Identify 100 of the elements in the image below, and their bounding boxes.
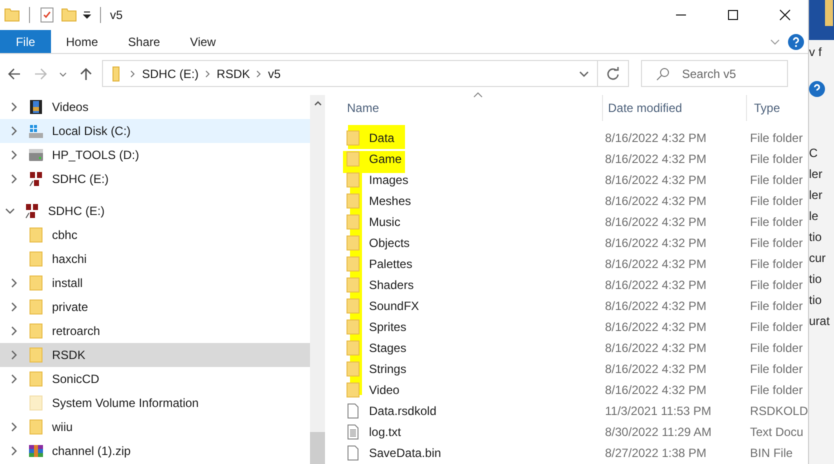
- chevron-right-icon[interactable]: [9, 278, 19, 288]
- chevron-right-icon[interactable]: [9, 446, 19, 456]
- file-name[interactable]: log.txt: [369, 424, 402, 438]
- type-cell: RSDKOLD: [750, 404, 808, 418]
- nav-item[interactable]: haxchi: [0, 247, 310, 271]
- chevron-down-icon[interactable]: [579, 68, 589, 78]
- chevron-right-icon[interactable]: [9, 174, 19, 184]
- back-arrow-icon[interactable]: [7, 66, 21, 80]
- folder-icon: [28, 323, 44, 339]
- chevron-right-icon[interactable]: [9, 326, 19, 336]
- type-cell: File folder: [750, 130, 803, 144]
- chevron-right-icon[interactable]: [9, 150, 19, 160]
- file-name[interactable]: Sprites: [369, 320, 406, 334]
- type-cell: File folder: [750, 194, 803, 208]
- type-cell: File folder: [750, 214, 803, 228]
- window-text: C: [809, 145, 819, 162]
- dropdown-icon[interactable]: [83, 11, 91, 19]
- window-title: v5: [110, 8, 123, 22]
- window-text: ler: [809, 166, 824, 183]
- ribbon-tab[interactable]: View: [175, 30, 231, 53]
- date-cell-text: 8/16/2022 4:32 PM: [605, 278, 708, 292]
- nav-item[interactable]: Local Disk (C:): [0, 119, 310, 143]
- refresh-icon[interactable]: [606, 66, 620, 80]
- nav-item[interactable]: HP_TOOLS (D:): [0, 143, 310, 167]
- file-name[interactable]: Data: [369, 130, 394, 144]
- column-header[interactable]: Date modified: [602, 95, 746, 121]
- sd-card-icon: [24, 203, 40, 219]
- folder-icon: [112, 66, 120, 82]
- window-text: v f: [809, 45, 822, 59]
- chevron-down-icon[interactable]: [5, 206, 15, 216]
- chevron-right-icon[interactable]: [9, 374, 19, 384]
- file-name[interactable]: Images: [369, 172, 408, 186]
- file-name[interactable]: Stages: [369, 340, 406, 354]
- nav-item[interactable]: SDHC (E:): [0, 167, 310, 191]
- window-text: ler: [809, 187, 824, 204]
- sd-card-icon: [28, 171, 44, 187]
- type-cell: File folder: [750, 382, 803, 396]
- type-cell: File folder: [750, 236, 803, 250]
- chevron-right-icon[interactable]: [9, 422, 19, 432]
- file-name[interactable]: Game: [369, 152, 402, 166]
- window-text: urat: [809, 313, 830, 330]
- ribbon-tab[interactable]: Home: [51, 30, 114, 53]
- column-header[interactable]: Type: [746, 95, 804, 121]
- file-name[interactable]: Music: [369, 214, 400, 228]
- file-name[interactable]: Meshes: [369, 194, 412, 208]
- chevron-right-icon[interactable]: [9, 102, 19, 112]
- help-icon[interactable]: [809, 81, 825, 97]
- ribbon-tab[interactable]: Share: [113, 30, 176, 53]
- folder-icon: [28, 299, 44, 315]
- nav-item[interactable]: Videos: [0, 95, 310, 119]
- nav-item[interactable]: cbhc: [0, 223, 310, 247]
- file-name[interactable]: Objects: [369, 236, 410, 250]
- type-cell: Text Docu: [750, 424, 804, 438]
- chevron-right-icon[interactable]: [9, 350, 19, 360]
- chevron-right-icon[interactable]: [204, 70, 211, 78]
- nav-item[interactable]: retroarch: [0, 319, 310, 343]
- date-cell-text: 8/16/2022 4:32 PM: [605, 256, 708, 270]
- window-text: tio: [809, 271, 823, 288]
- chevron-down-icon[interactable]: [770, 36, 780, 46]
- column-header[interactable]: Name: [343, 95, 602, 121]
- up-arrow-icon[interactable]: [79, 66, 93, 80]
- date-cell-text: 8/27/2022 1:38 PM: [605, 446, 708, 460]
- file-name[interactable]: Strings: [369, 362, 406, 376]
- nav-item[interactable]: SonicCD: [0, 367, 310, 391]
- refresh-button[interactable]: [598, 60, 629, 87]
- file-name[interactable]: SaveData.bin: [369, 446, 442, 460]
- file-name[interactable]: Shaders: [369, 278, 414, 292]
- nav-item[interactable]: private: [0, 295, 310, 319]
- file-name[interactable]: Data.rsdkold: [369, 404, 436, 418]
- file-name[interactable]: Palettes: [369, 256, 412, 270]
- help-icon[interactable]: [788, 34, 804, 50]
- type-cell: BIN File: [750, 446, 793, 460]
- nav-item[interactable]: channel (1).zip: [0, 439, 310, 463]
- folder-icon: [28, 395, 44, 411]
- nav-item[interactable]: SDHC (E:): [0, 199, 310, 223]
- date-cell-text: 8/16/2022 4:32 PM: [605, 340, 708, 354]
- search-field[interactable]: Search v5: [641, 60, 788, 87]
- file-name[interactable]: SoundFX: [369, 298, 420, 312]
- nav-item[interactable]: install: [0, 271, 310, 295]
- chevron-right-icon[interactable]: [256, 70, 262, 78]
- window-text: tio: [809, 292, 823, 309]
- film-icon: [28, 99, 44, 115]
- properties-icon[interactable]: [39, 7, 55, 23]
- nav-item[interactable]: wiiu: [0, 415, 310, 439]
- archive-icon: [28, 443, 44, 459]
- type-cell: File folder: [750, 256, 803, 270]
- file-menu-button[interactable]: File: [0, 30, 51, 53]
- nav-item[interactable]: RSDK: [0, 343, 310, 367]
- chevron-right-icon[interactable]: [9, 126, 19, 136]
- file-name[interactable]: Video: [369, 382, 400, 396]
- scrollbar-thumb[interactable]: [310, 432, 325, 464]
- address-bar[interactable]: SDHC (E:) RSDK v5: [102, 60, 598, 87]
- type-cell: File folder: [750, 278, 803, 292]
- nav-item[interactable]: System Volume Information: [0, 391, 310, 415]
- scrollbar[interactable]: [310, 95, 325, 464]
- type-cell: File folder: [750, 172, 803, 186]
- chevron-right-icon[interactable]: [130, 70, 136, 78]
- drive-icon: [28, 147, 44, 163]
- type-cell: File folder: [750, 320, 803, 334]
- chevron-right-icon[interactable]: [9, 302, 19, 312]
